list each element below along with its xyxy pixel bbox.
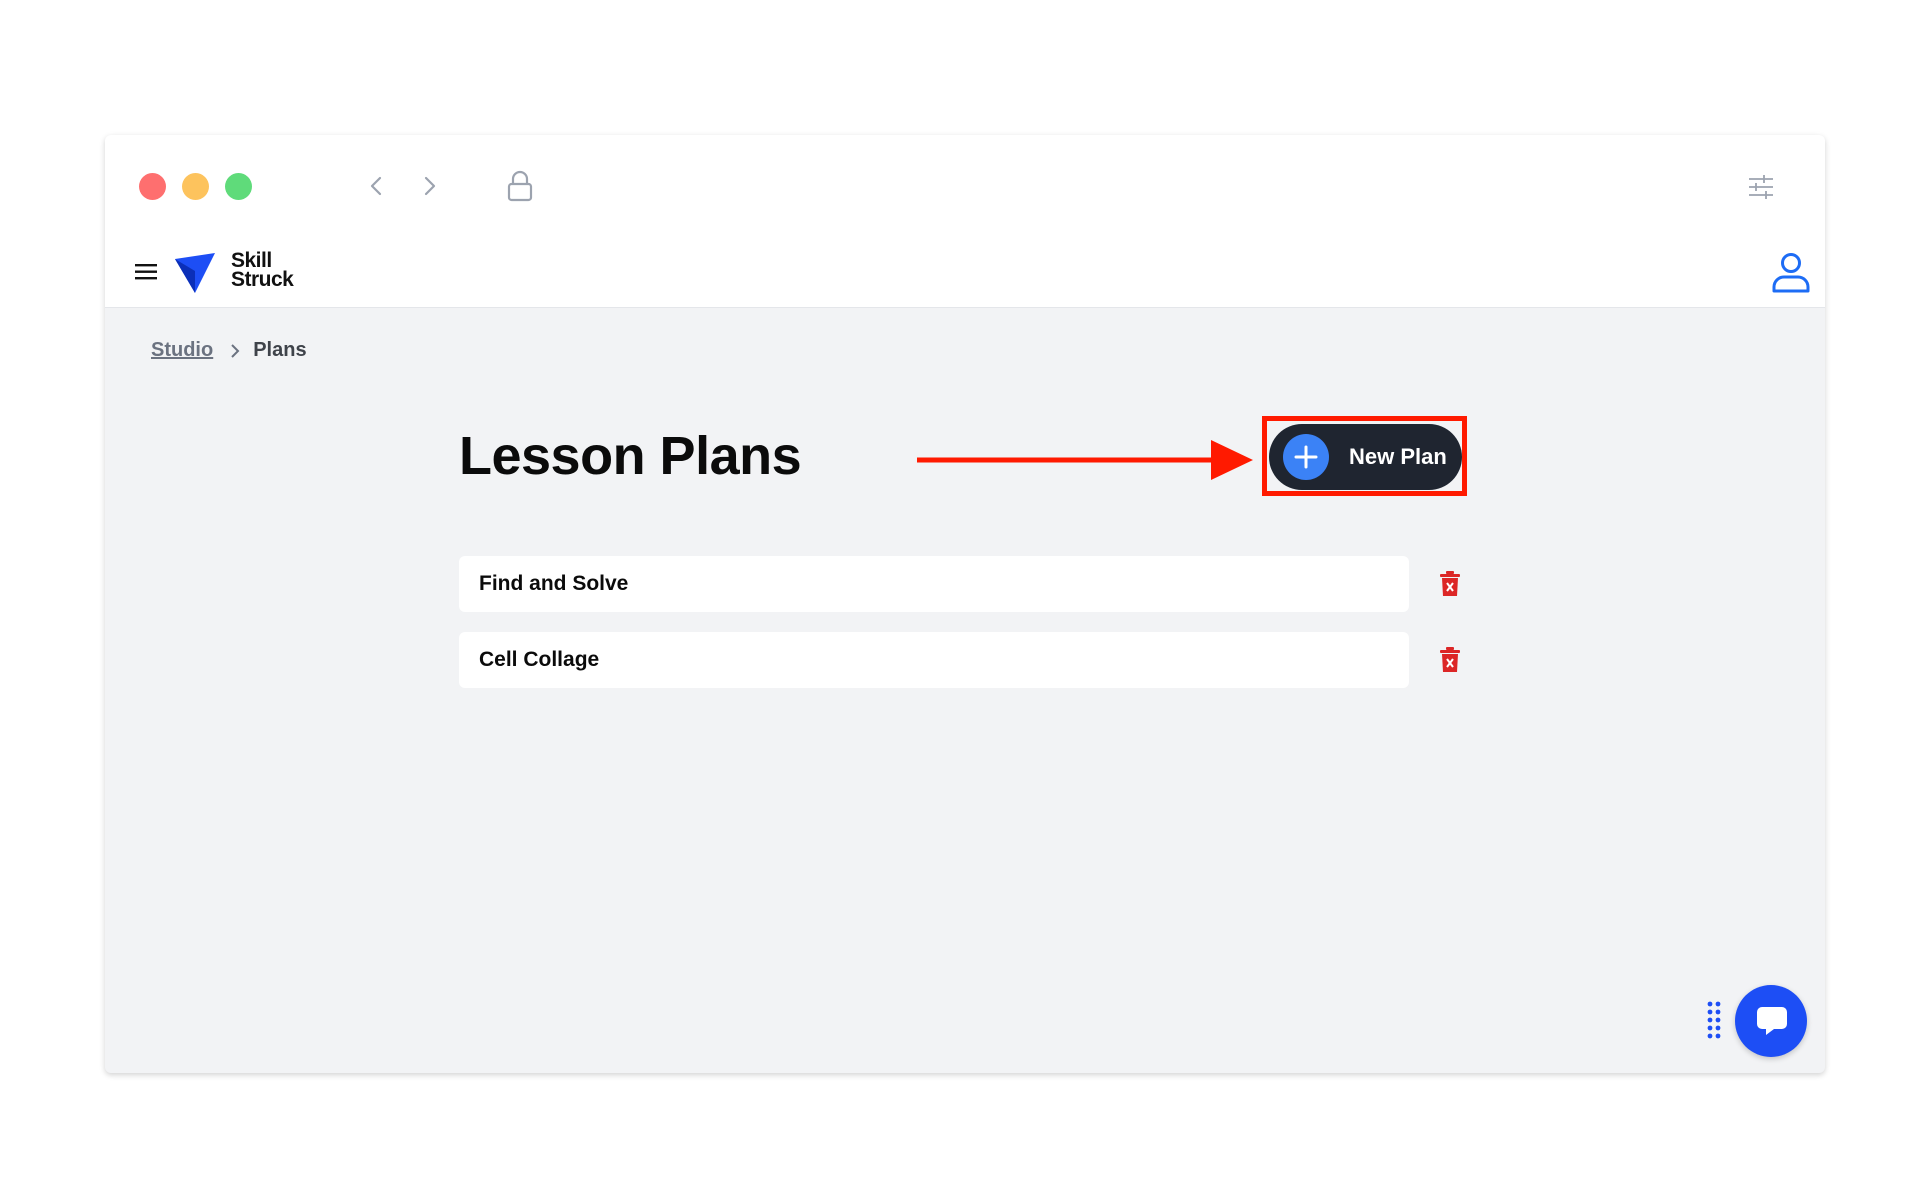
page-title: Lesson Plans bbox=[459, 426, 802, 486]
plan-name: Find and Solve bbox=[479, 572, 629, 595]
chevron-left-icon[interactable] bbox=[361, 171, 391, 201]
breadcrumb: Studio Plans bbox=[151, 339, 307, 362]
lock-icon bbox=[507, 170, 533, 202]
new-plan-label: New Plan bbox=[1349, 444, 1447, 469]
plan-card[interactable]: Cell Collage bbox=[459, 632, 1409, 688]
hamburger-icon[interactable] bbox=[135, 262, 159, 282]
trash-icon[interactable] bbox=[1439, 647, 1461, 673]
plus-icon bbox=[1283, 434, 1329, 480]
plan-list: Find and Solve Cell Collage bbox=[459, 556, 1460, 708]
window-close-button[interactable] bbox=[139, 173, 166, 200]
app-header: Skill Struck bbox=[105, 235, 1825, 308]
annotation-arrow-icon bbox=[917, 440, 1253, 480]
user-icon[interactable] bbox=[1771, 251, 1811, 293]
app-logo-text[interactable]: Skill Struck bbox=[231, 250, 294, 291]
chevron-right-icon bbox=[231, 343, 240, 358]
chevron-right-icon[interactable] bbox=[415, 171, 445, 201]
breadcrumb-current: Plans bbox=[253, 339, 307, 361]
plan-name: Cell Collage bbox=[479, 648, 600, 671]
list-item: Find and Solve bbox=[459, 556, 1460, 612]
list-item: Cell Collage bbox=[459, 632, 1460, 688]
window-maximize-button[interactable] bbox=[225, 173, 252, 200]
logo-line-2: Struck bbox=[231, 268, 294, 291]
chat-icon bbox=[1757, 1007, 1787, 1035]
breadcrumb-link-studio[interactable]: Studio bbox=[151, 339, 213, 362]
chat-button[interactable] bbox=[1735, 985, 1807, 1057]
plan-card[interactable]: Find and Solve bbox=[459, 556, 1409, 612]
trash-icon[interactable] bbox=[1439, 571, 1461, 597]
new-plan-button[interactable]: New Plan bbox=[1269, 424, 1462, 490]
skill-struck-logo-icon[interactable] bbox=[173, 251, 217, 295]
browser-window: Skill Struck Studio Plans Lesson Plans N… bbox=[105, 135, 1825, 1073]
window-minimize-button[interactable] bbox=[182, 173, 209, 200]
browser-titlebar bbox=[105, 135, 1825, 235]
drag-handle-icon[interactable] bbox=[1707, 1001, 1721, 1041]
sliders-icon[interactable] bbox=[1747, 173, 1775, 201]
